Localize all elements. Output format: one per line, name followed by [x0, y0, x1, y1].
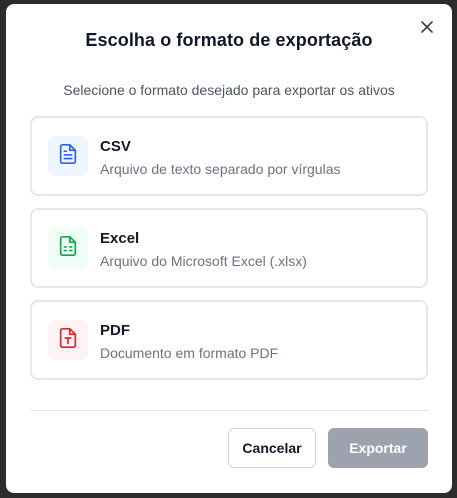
cancel-button[interactable]: Cancelar: [228, 428, 316, 468]
export-format-dialog: Escolha o formato de exportação Selecion…: [6, 4, 452, 493]
format-option-description: Arquivo do Microsoft Excel (.xlsx): [100, 253, 307, 269]
format-option-excel[interactable]: Excel Arquivo do Microsoft Excel (.xlsx): [30, 208, 428, 288]
footer-divider: [30, 410, 428, 411]
excel-icon-box: [48, 228, 88, 268]
pdf-icon-box: [48, 320, 88, 360]
format-option-title: PDF: [100, 322, 130, 339]
csv-icon-box: [48, 136, 88, 176]
format-option-csv[interactable]: CSV Arquivo de texto separado por vírgul…: [30, 116, 428, 196]
format-option-pdf[interactable]: PDF Documento em formato PDF: [30, 300, 428, 380]
format-option-title: CSV: [100, 138, 131, 155]
file-pdf-icon: [57, 327, 79, 354]
format-option-title: Excel: [100, 230, 140, 247]
file-spreadsheet-icon: [57, 235, 79, 262]
format-option-description: Documento em formato PDF: [100, 345, 279, 361]
format-option-description: Arquivo de texto separado por vírgulas: [100, 161, 341, 177]
dialog-title: Escolha o formato de exportação: [85, 30, 373, 50]
dialog-subtitle: Selecione o formato desejado para export…: [63, 82, 395, 98]
export-button[interactable]: Exportar: [328, 428, 428, 468]
file-text-icon: [57, 143, 79, 170]
